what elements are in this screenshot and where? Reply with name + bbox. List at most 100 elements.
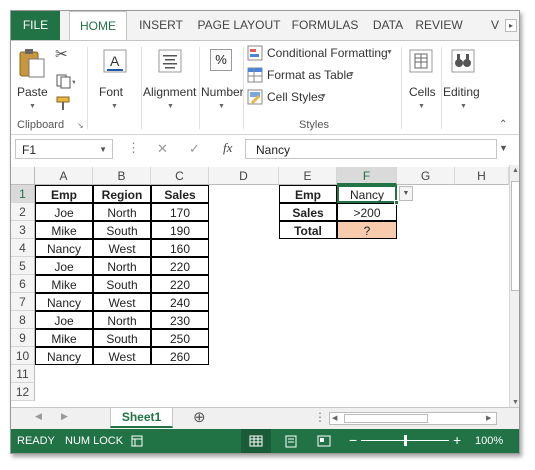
column-header-c[interactable]: C [151,167,209,185]
normal-view-button[interactable] [241,429,271,453]
select-all-corner[interactable] [11,167,35,185]
table-cell[interactable]: 160 [151,239,209,257]
page-layout-view-icon[interactable] [285,435,297,448]
vertical-scroll-thumb[interactable] [511,181,519,291]
table-cell[interactable]: North [93,203,151,221]
criteria-label-cell[interactable]: Emp [279,185,337,203]
table-cell[interactable]: 190 [151,221,209,239]
conditional-formatting-button[interactable]: Conditional Formatting ▼ [247,45,397,63]
table-cell[interactable]: West [93,239,151,257]
row-header-12[interactable]: 12 [11,383,35,401]
vertical-scrollbar[interactable]: ▲ ▼ [509,165,519,411]
table-cell[interactable]: Mike [35,329,93,347]
zoom-out-icon[interactable]: − [349,432,357,448]
table-header-cell[interactable]: Emp [35,185,93,203]
table-cell[interactable]: Nancy [35,293,93,311]
tab-page-layout[interactable]: PAGE LAYOUT [195,11,283,40]
macro-record-icon[interactable] [131,435,143,447]
tab-formulas[interactable]: FORMULAS [289,11,361,40]
tab-data[interactable]: DATA [368,11,408,40]
table-cell[interactable]: South [93,221,151,239]
cell-styles-button[interactable]: Cell Styles ▼ [247,89,337,107]
table-cell[interactable]: Joe [35,311,93,329]
column-header-a[interactable]: A [35,167,93,185]
table-header-cell[interactable]: Sales [151,185,209,203]
font-button[interactable]: A Font ▼ [93,47,137,113]
table-cell[interactable]: 240 [151,293,209,311]
total-result-cell[interactable]: ? [337,221,397,239]
table-cell[interactable]: South [93,329,151,347]
table-cell[interactable]: North [93,257,151,275]
cut-icon[interactable]: ✂ [55,45,68,63]
scroll-down-icon[interactable]: ▼ [512,399,519,406]
table-cell[interactable]: South [93,275,151,293]
table-cell[interactable]: Joe [35,203,93,221]
criteria-value-cell[interactable]: >200 [337,203,397,221]
fill-handle[interactable] [394,200,399,205]
row-header-7[interactable]: 7 [11,293,35,311]
column-header-e[interactable]: E [279,167,337,185]
paste-button[interactable]: Paste ▼ [15,47,49,113]
zoom-in-icon[interactable]: + [453,432,461,448]
active-cell-f1[interactable]: Nancy [337,185,397,203]
insert-function-icon[interactable]: fx [223,140,232,156]
table-cell[interactable]: West [93,293,151,311]
table-cell[interactable]: Joe [35,257,93,275]
enter-entry-icon[interactable]: ✓ [189,141,200,157]
number-button[interactable]: % Number ▼ [201,47,244,113]
row-header-9[interactable]: 9 [11,329,35,347]
cells-button[interactable]: Cells ▼ [403,47,439,113]
editing-button[interactable]: Editing ▼ [443,47,483,113]
scroll-right-icon[interactable]: ▶ [486,414,491,422]
tab-insert[interactable]: INSERT [131,11,191,40]
table-cell[interactable]: 220 [151,257,209,275]
name-box[interactable]: F1 ▼ [15,139,113,159]
column-header-h[interactable]: H [455,167,509,185]
alignment-button[interactable]: Alignment ▼ [143,47,197,113]
sheet-next-icon[interactable]: ▶ [61,411,68,422]
validation-dropdown-icon[interactable]: ▼ [399,186,413,201]
copy-icon[interactable]: ▼ [55,73,75,89]
tab-file[interactable]: FILE [11,11,60,40]
collapse-ribbon-icon[interactable]: ⌃ [499,119,507,130]
table-cell[interactable]: Mike [35,275,93,293]
horizontal-scroll-thumb[interactable] [344,414,428,423]
table-cell[interactable]: Mike [35,221,93,239]
column-header-b[interactable]: B [93,167,151,185]
row-header-6[interactable]: 6 [11,275,35,293]
table-cell[interactable]: 230 [151,311,209,329]
row-header-1[interactable]: 1 [11,185,35,203]
sheet-tab-sheet1[interactable]: Sheet1 [110,408,173,428]
table-cell[interactable]: North [93,311,151,329]
scroll-left-icon[interactable]: ◀ [332,414,337,422]
tab-split-handle-icon[interactable]: ⋮ [314,410,326,424]
worksheet-grid[interactable]: ABCDEFGH 1 2 3 4 5 6 7 8 9 10 11 12 Emp Region Sales J… [11,163,509,407]
row-header-5[interactable]: 5 [11,257,35,275]
table-cell[interactable]: West [93,347,151,365]
tab-scroll-right-icon[interactable]: ▸ [505,19,517,32]
table-cell[interactable]: Nancy [35,239,93,257]
clipboard-launcher-icon[interactable]: ↘ [77,121,84,130]
row-header-2[interactable]: 2 [11,203,35,221]
new-sheet-icon[interactable]: ⊕ [193,408,206,426]
page-break-view-icon[interactable] [317,435,331,447]
tab-review[interactable]: REVIEW [411,11,467,40]
format-painter-icon[interactable] [55,95,73,111]
row-header-10[interactable]: 10 [11,347,35,365]
row-header-11[interactable]: 11 [11,365,35,383]
column-header-d[interactable]: D [209,167,279,185]
criteria-label-cell[interactable]: Total [279,221,337,239]
table-header-cell[interactable]: Region [93,185,151,203]
name-box-caret-icon[interactable]: ▼ [99,145,107,154]
table-cell[interactable]: 220 [151,275,209,293]
scroll-up-icon[interactable]: ▲ [512,167,519,174]
column-header-g[interactable]: G [397,167,455,185]
zoom-level[interactable]: 100% [475,435,503,447]
criteria-label-cell[interactable]: Sales [279,203,337,221]
table-cell[interactable]: 250 [151,329,209,347]
sheet-prev-icon[interactable]: ◀ [35,411,42,422]
row-header-4[interactable]: 4 [11,239,35,257]
zoom-slider-thumb[interactable] [404,435,407,446]
table-cell[interactable]: 260 [151,347,209,365]
table-cell[interactable]: Nancy [35,347,93,365]
